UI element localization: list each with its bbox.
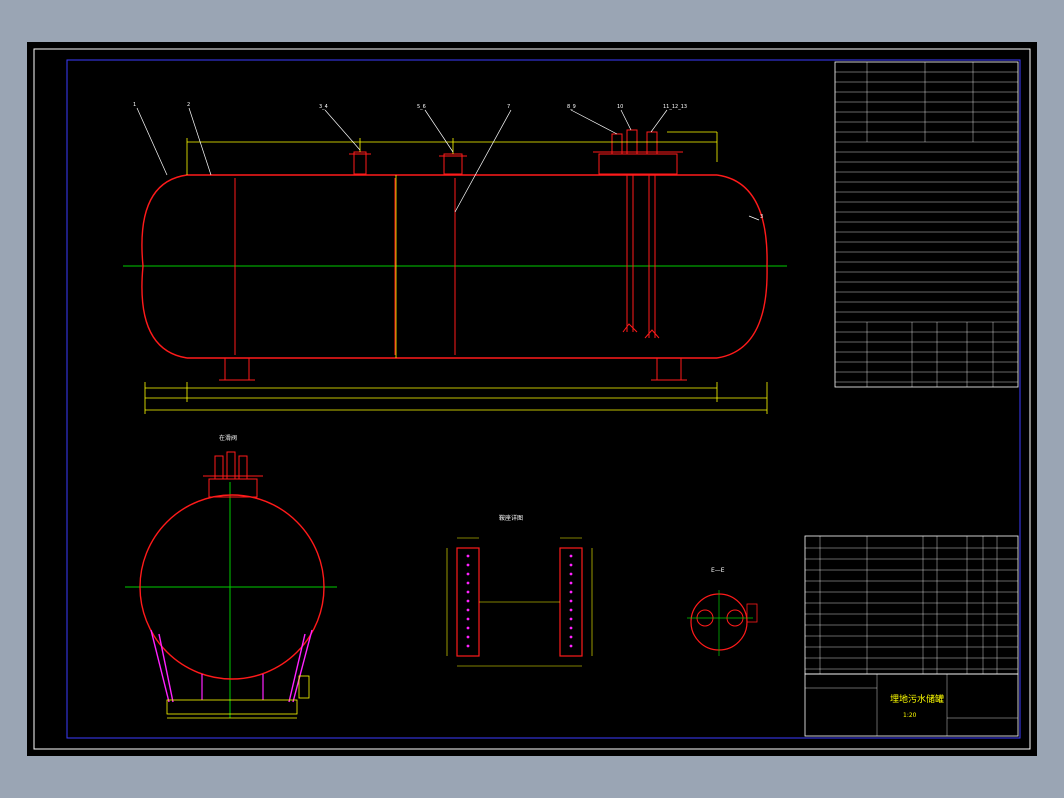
item-numbers: 1 2 3_4 5_6 7 8_9 10 11_12_13 3 <box>133 102 763 220</box>
bolt-hole <box>466 644 470 648</box>
svg-text:3_4: 3_4 <box>319 104 328 110</box>
bolt-hole <box>569 581 573 585</box>
svg-text:11_12_13: 11_12_13 <box>663 104 687 110</box>
manhole-flange <box>598 153 678 175</box>
saddle-left <box>224 357 250 381</box>
svg-text:鞍座详图: 鞍座详图 <box>499 514 523 522</box>
base-plate <box>166 699 298 715</box>
nozzle-group <box>349 129 683 175</box>
svg-text:5_6: 5_6 <box>417 104 426 110</box>
svg-text:1: 1 <box>133 102 136 108</box>
inner-border <box>66 59 1021 739</box>
bolt-hole <box>466 635 470 639</box>
bolt-hole <box>466 599 470 603</box>
bolt-hole <box>466 617 470 621</box>
bolt-hole <box>569 644 573 648</box>
bolt-hole <box>466 626 470 630</box>
vessel-end-view: 在滑阀 <box>125 434 337 719</box>
svg-text:2: 2 <box>187 102 190 108</box>
drawing-scale: 1:20 <box>903 712 917 719</box>
saddle-right <box>656 357 682 381</box>
end-view-label: 在滑阀 <box>219 434 237 442</box>
svg-text:7: 7 <box>507 104 510 110</box>
support-legs <box>150 629 313 703</box>
bolt-hole <box>466 581 470 585</box>
bolt-hole <box>569 590 573 594</box>
bolt-hole <box>569 626 573 630</box>
bolt-hole <box>569 617 573 621</box>
design-data-table <box>834 61 1019 388</box>
parts-list-table <box>804 535 1019 675</box>
bolt-hole <box>466 563 470 567</box>
cad-drawing: 1 2 3_4 5_6 7 8_9 10 11_12_13 3 在滑阀 鞍座详图… <box>33 48 1031 750</box>
title-block: 埋地污水储罐 1:20 <box>804 673 1019 737</box>
vessel-elevation-view: 1 2 3_4 5_6 7 8_9 10 11_12_13 3 <box>123 102 787 414</box>
saddle-supports <box>219 357 687 381</box>
bolt-hole <box>569 599 573 603</box>
drawing-canvas: 1 2 3_4 5_6 7 8_9 10 11_12_13 3 在滑阀 鞍座详图… <box>27 42 1037 756</box>
bolt-hole <box>569 554 573 558</box>
bolt-hole <box>569 572 573 576</box>
bolt-hole <box>569 563 573 567</box>
svg-text:8_9: 8_9 <box>567 104 576 110</box>
svg-text:10: 10 <box>617 104 623 110</box>
bolt-hole <box>466 572 470 576</box>
bolt-hole <box>569 635 573 639</box>
nozzle <box>646 131 658 155</box>
drawing-title: 埋地污水储罐 <box>890 693 944 705</box>
section-label: E—E <box>711 567 725 574</box>
internal-pipes <box>622 175 660 339</box>
nozzle <box>611 133 623 155</box>
manhole-end <box>208 478 258 498</box>
bolt-hole <box>466 608 470 612</box>
leader-lines <box>136 107 760 221</box>
outer-border <box>33 48 1031 750</box>
bolt-hole <box>466 590 470 594</box>
bolt-hole <box>569 608 573 612</box>
bolt-hole <box>466 554 470 558</box>
nozzle <box>443 153 463 175</box>
section-ee-view: E—E <box>687 567 758 656</box>
support-detail-view: 鞍座详图 <box>446 514 593 667</box>
svg-text:3: 3 <box>760 214 763 220</box>
nozzle <box>353 151 367 175</box>
